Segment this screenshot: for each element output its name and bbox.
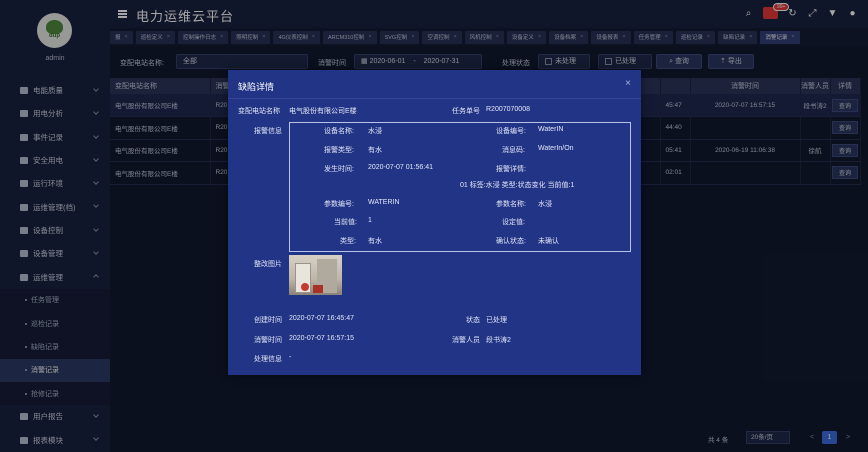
alarm-type-label: 报警类型: xyxy=(324,147,354,154)
current-value: 1 xyxy=(368,217,372,224)
current-value-label: 当前值: xyxy=(334,219,357,226)
station-value: 电气股份有限公司E楼 xyxy=(289,108,357,115)
alarm-detail-label: 报警详情: xyxy=(496,166,526,173)
rectification-photo[interactable] xyxy=(289,255,342,295)
param-code-value: WATERIN xyxy=(368,199,400,206)
cleared-time-label: 消警时间 xyxy=(254,337,282,344)
confirm-status-label: 确认状态: xyxy=(496,238,526,245)
device-code-value: WaterIN xyxy=(538,126,564,133)
msg-code-label: 消息码: xyxy=(502,147,525,154)
param-name-value: 水浸 xyxy=(538,201,552,208)
defect-detail-modal: 缺陷详情 × 变配电站名称 电气股份有限公司E楼 任务单号 R200707000… xyxy=(228,70,641,375)
created-label: 创建时间 xyxy=(254,317,282,324)
alarm-detail-value: 01 标签:水浸 类型:状态变化 当前值:1 xyxy=(460,182,575,189)
occur-time-label: 发生时间: xyxy=(324,166,354,173)
msg-code-value: WaterIn/On xyxy=(538,145,574,152)
photo-label: 整改图片 xyxy=(254,261,282,268)
cleared-time-value: 2020-07-07 16:57:15 xyxy=(289,335,354,342)
param-name-label: 参数名称: xyxy=(496,201,526,208)
modal-divider xyxy=(228,98,641,99)
created-value: 2020-07-07 16:45:47 xyxy=(289,315,354,322)
app-root: dup admin 电能质量 用电分析 事件记录 安全用电 运行环境 运维管理(… xyxy=(0,0,868,452)
close-icon[interactable]: × xyxy=(625,78,631,89)
modal-title: 缺陷详情 xyxy=(238,82,275,92)
confirm-status-value: 未确认 xyxy=(538,238,559,245)
type-label: 类型: xyxy=(340,238,356,245)
process-info-value: - xyxy=(289,354,292,361)
station-label: 变配电站名称 xyxy=(238,108,280,115)
occur-time-value: 2020-07-07 01:56:41 xyxy=(368,164,433,171)
type-value: 有水 xyxy=(368,238,382,245)
task-value: R2007070008 xyxy=(486,106,530,113)
status-label: 状态 xyxy=(466,317,480,324)
cleared-person-label: 消警人员 xyxy=(452,337,480,344)
param-code-label: 参数编号: xyxy=(324,201,354,208)
device-code-label: 设备编号: xyxy=(496,128,526,135)
device-name-value: 水浸 xyxy=(368,128,382,135)
alarm-type-value: 有水 xyxy=(368,147,382,154)
task-label: 任务单号 xyxy=(452,108,480,115)
alarm-info-label: 报警信息 xyxy=(254,128,282,135)
status-value: 已处理 xyxy=(486,317,507,324)
device-name-label: 设备名称: xyxy=(324,128,354,135)
process-info-label: 处理信息 xyxy=(254,356,282,363)
set-value-label: 设定值: xyxy=(502,219,525,226)
cleared-person-value: 段书涛2 xyxy=(486,337,511,344)
